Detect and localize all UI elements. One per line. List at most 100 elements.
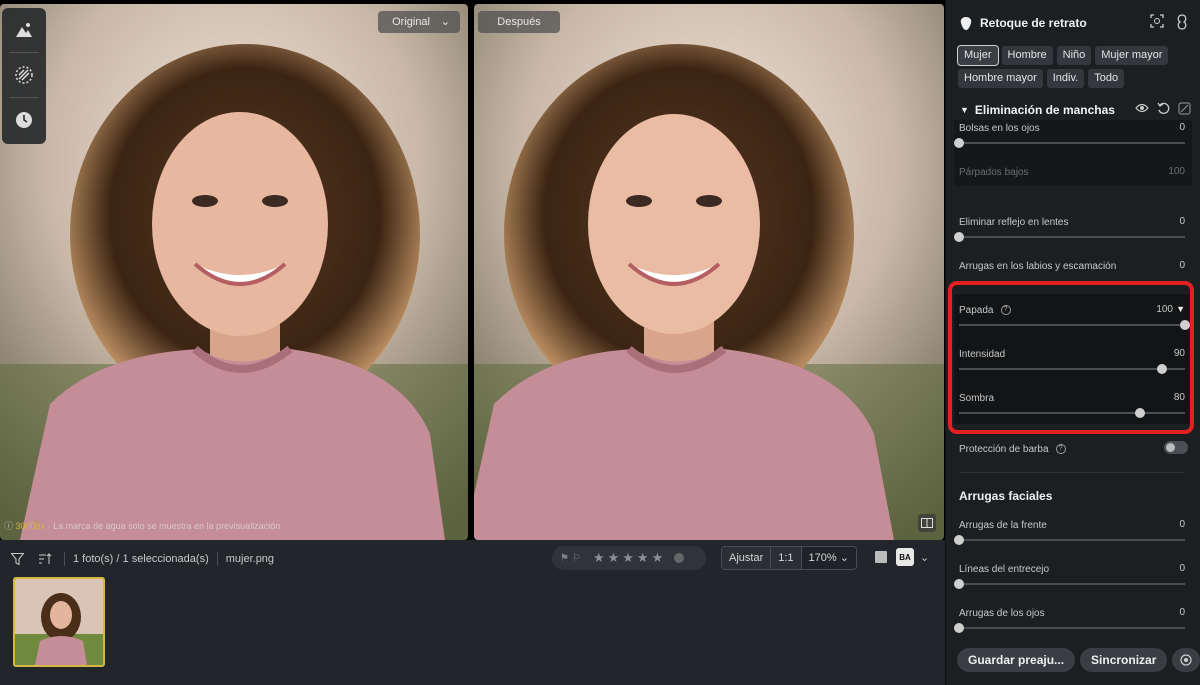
chip-hombre[interactable]: Hombre xyxy=(1001,46,1053,65)
zoom-level-dropdown[interactable]: 170% ⌄ xyxy=(801,547,856,569)
slider-value: 0 xyxy=(1179,519,1185,530)
compare-original-dropdown[interactable]: Original ⌄ xyxy=(378,11,460,33)
star-3-icon[interactable]: ★ xyxy=(622,550,634,566)
slider-track[interactable] xyxy=(954,535,1185,545)
slider-knob[interactable] xyxy=(954,232,964,242)
body-shape-icon[interactable] xyxy=(1176,13,1188,33)
slider-label: Líneas del entrecejo xyxy=(959,564,1050,575)
filter-icon[interactable] xyxy=(6,548,28,570)
subject-chips: Mujer Hombre Niño Mujer mayor Hombre may… xyxy=(946,45,1200,88)
watermark-note: ⓘ 3000px · La marca de agua solo se mues… xyxy=(4,519,280,532)
section-icons xyxy=(1135,102,1191,118)
star-1-icon[interactable]: ★ xyxy=(593,550,605,566)
original-preview-pane[interactable]: Original ⌄ ⓘ 3000px · La marca de agua s… xyxy=(0,4,468,540)
highlight-annotation xyxy=(948,281,1194,434)
chevron-down-icon[interactable]: ⌄ xyxy=(920,551,929,564)
zoom-fit-button[interactable]: Ajustar xyxy=(722,547,772,569)
slider-reflejo[interactable]: Eliminar reflejo en lentes 0 xyxy=(954,216,1185,242)
facial-wrinkles-title: Arrugas faciales xyxy=(959,489,1053,503)
slider-value: 0 xyxy=(1179,563,1185,574)
slider-knob[interactable] xyxy=(954,623,964,633)
photo-thumbnail[interactable] xyxy=(13,577,105,667)
flag-pick-icon[interactable]: ⚑ xyxy=(560,553,569,564)
divider xyxy=(64,552,65,566)
after-preview-pane[interactable]: Después xyxy=(474,4,944,540)
help-icon[interactable]: ? xyxy=(1055,444,1066,455)
file-name: mujer.png xyxy=(225,553,275,565)
slider-track[interactable] xyxy=(954,623,1185,633)
zoom-level: 170% xyxy=(808,552,837,564)
slider-knob[interactable] xyxy=(954,138,964,148)
reset-icon[interactable] xyxy=(1157,102,1170,118)
slider-frente[interactable]: Arrugas de la frente 0 xyxy=(954,519,1185,545)
chevron-down-icon: ⌄ xyxy=(839,552,849,564)
eraser-icon[interactable] xyxy=(1178,102,1191,118)
compare-after-label: Después xyxy=(478,11,560,33)
watermark-text: · La marca de agua solo se muestra en la… xyxy=(47,521,281,531)
slider-value: 0 xyxy=(1179,260,1185,271)
texture-pattern-icon[interactable] xyxy=(2,53,46,97)
flag-reject-icon[interactable]: ⚐ xyxy=(572,553,581,564)
slider-ojos[interactable]: Arrugas de los ojos 0 xyxy=(954,607,1185,633)
slider-entrecejo[interactable]: Líneas del entrecejo 0 xyxy=(954,563,1185,589)
eye-slider-group: Bolsas en los ojos 0 Párpados bajos 100 xyxy=(954,120,1192,186)
chip-individual[interactable]: Indiv. xyxy=(1046,69,1085,88)
sort-icon[interactable] xyxy=(34,548,56,570)
mountain-adjust-icon[interactable] xyxy=(2,8,46,52)
slider-knob[interactable] xyxy=(954,579,964,589)
thumbnail-image xyxy=(15,579,103,665)
watermark-size: 3000px xyxy=(15,521,46,531)
face-detect-icon[interactable] xyxy=(1150,13,1164,33)
panel-header: Retoque de retrato xyxy=(946,0,1200,46)
face-retouch-icon xyxy=(960,16,972,30)
slider-bolsas[interactable]: Bolsas en los ojos 0 xyxy=(954,122,1185,148)
chip-nino[interactable]: Niño xyxy=(1056,46,1092,65)
tool-rail xyxy=(2,8,46,144)
slider-track[interactable] xyxy=(954,232,1185,242)
eye-icon[interactable] xyxy=(1135,102,1149,118)
chip-todo[interactable]: Todo xyxy=(1088,69,1125,88)
chip-mujer[interactable]: Mujer xyxy=(957,45,999,66)
slider-parpados[interactable]: Párpados bajos 100 xyxy=(959,166,1185,178)
beard-protection-label: Protección de barba xyxy=(959,444,1049,455)
portrait-photo-after xyxy=(474,4,944,540)
zoom-1to1-button[interactable]: 1:1 xyxy=(771,547,802,569)
slider-value: 100 xyxy=(1168,166,1185,177)
divider xyxy=(216,552,218,566)
star-5-icon[interactable]: ★ xyxy=(652,550,664,566)
history-clock-icon[interactable] xyxy=(2,98,46,142)
color-label-icon[interactable] xyxy=(674,553,685,563)
slider-track[interactable] xyxy=(954,138,1185,148)
chip-hombre-mayor[interactable]: Hombre mayor xyxy=(958,69,1043,88)
slider-labios[interactable]: Arrugas en los labios y escamación 0 xyxy=(959,260,1185,272)
star-2-icon[interactable]: ★ xyxy=(608,550,620,566)
slider-value: 0 xyxy=(1179,607,1185,618)
section-header-blemish[interactable]: ▼ Eliminación de manchas xyxy=(946,100,1200,120)
filmstrip: 1 foto(s) / 1 seleccionada(s) mujer.png … xyxy=(0,540,945,685)
panel-footer: Guardar preaju... Sincronizar xyxy=(946,648,1200,674)
settings-icon[interactable] xyxy=(1172,648,1200,672)
save-preset-button[interactable]: Guardar preaju... xyxy=(957,648,1076,672)
slider-knob[interactable] xyxy=(954,535,964,545)
beard-protection-row: Protección de barba ? xyxy=(959,443,1185,455)
slider-label: Eliminar reflejo en lentes xyxy=(959,217,1069,228)
chevron-down-icon: ⌄ xyxy=(440,16,450,28)
view-modes: BA ⌄ xyxy=(872,548,929,566)
slider-track[interactable] xyxy=(954,579,1185,589)
toggle-knob xyxy=(1166,443,1175,452)
split-view-icon[interactable] xyxy=(918,514,936,532)
zoom-controls: Ajustar 1:1 170% ⌄ xyxy=(721,546,857,570)
before-after-view-button[interactable]: BA xyxy=(896,548,914,566)
slider-label: Bolsas en los ojos xyxy=(959,123,1040,134)
slider-label: Arrugas en los labios y escamación xyxy=(959,261,1117,272)
original-label: Original xyxy=(392,16,430,28)
star-4-icon[interactable]: ★ xyxy=(637,550,649,566)
divider xyxy=(959,472,1185,473)
slider-value: 0 xyxy=(1179,216,1185,227)
chip-mujer-mayor[interactable]: Mujer mayor xyxy=(1095,46,1169,65)
single-view-button[interactable] xyxy=(872,548,890,566)
slider-label: Arrugas de los ojos xyxy=(959,608,1045,619)
beard-protection-toggle[interactable] xyxy=(1164,441,1188,454)
sync-button[interactable]: Sincronizar xyxy=(1080,648,1168,672)
rating-bar: ⚑ ⚐ ★ ★ ★ ★ ★ xyxy=(552,546,706,570)
